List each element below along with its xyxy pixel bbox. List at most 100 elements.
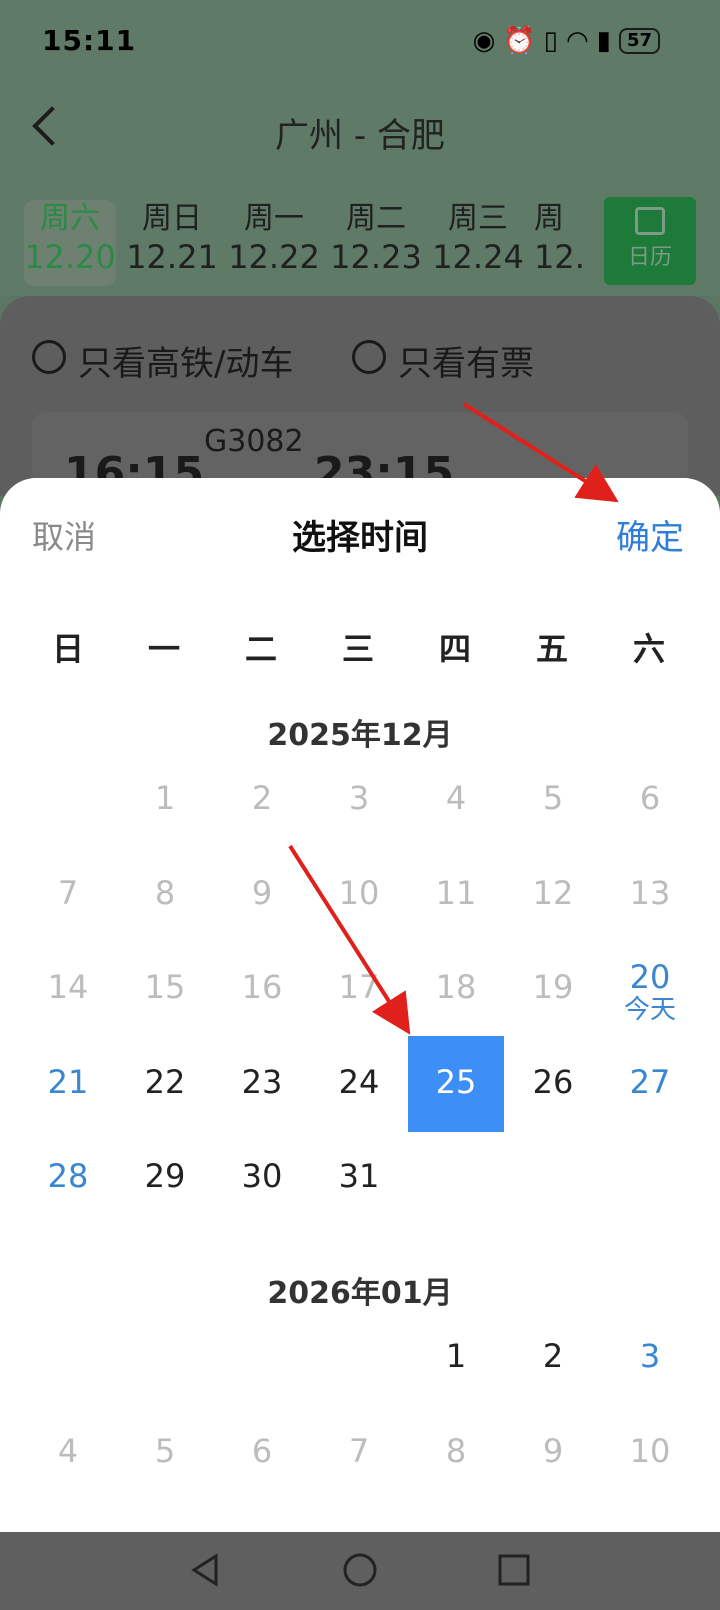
calendar-day-number: 10 [629, 1431, 671, 1470]
calendar-day-number: 9 [542, 1431, 564, 1470]
calendar-day-number: 26 [532, 1062, 574, 1101]
calendar-day[interactable]: 3 [602, 1310, 698, 1406]
today-label: 今天 [623, 995, 676, 1025]
calendar-day-number: 9 [251, 873, 273, 912]
calendar-day: 10 [311, 847, 407, 943]
date-tab[interactable]: 周日 12.21 [126, 200, 218, 286]
calendar-day[interactable]: 7 [311, 1405, 407, 1501]
calendar-day: 5 [505, 752, 601, 848]
wifi-icon: ◠ [565, 26, 589, 56]
calendar-day: 8 [117, 847, 213, 943]
calendar-day-number: 2 [542, 1337, 564, 1375]
weekday-header: 四 [438, 630, 471, 668]
weekday-header: 五 [535, 630, 568, 668]
calendar-day[interactable]: 21 [20, 1036, 116, 1132]
calendar-day-number: 20 [629, 958, 671, 996]
calendar-day[interactable]: 24 [311, 1036, 407, 1132]
calendar-day[interactable]: 6 [214, 1405, 310, 1501]
calendar-button[interactable]: 日历 [604, 197, 696, 285]
calendar-day-number: 7 [57, 873, 79, 912]
calendar-day[interactable]: 29 [117, 1130, 213, 1226]
calendar-day-number: 3 [348, 779, 370, 817]
calendar-day: 9 [214, 847, 310, 943]
weekday-header: 一 [147, 630, 180, 668]
hsr-only-radio[interactable] [32, 340, 66, 374]
calendar-day[interactable]: 10 [602, 1405, 698, 1501]
calendar-day-number: 23 [241, 1062, 283, 1101]
date-tab[interactable]: 周三 12.24 [432, 200, 524, 286]
date-tab[interactable]: 周六 12.20 [24, 200, 116, 286]
eye-icon: ◉ [472, 26, 496, 56]
calendar-day-number: 3 [639, 1337, 661, 1375]
calendar-day[interactable]: 22 [117, 1036, 213, 1132]
date-tab[interactable]: 周二 12.23 [330, 200, 422, 286]
month-grid: 1 2 3 4 5 6 7 8 9 10 11 12 13 14 15 16 17 18 19 20 今天 21 22 23 2… [20, 752, 700, 1232]
calendar-day[interactable]: 8 [408, 1405, 504, 1501]
date-tab-date: 12.21 [126, 238, 218, 276]
nav-recents-icon[interactable] [494, 1550, 534, 1590]
train-number: G3082 [204, 424, 304, 459]
calendar-day: 19 [505, 941, 601, 1037]
hsr-only-label: 只看高铁/动车 [78, 344, 294, 384]
calendar-day[interactable]: 1 [408, 1310, 504, 1406]
status-time: 15:11 [42, 24, 137, 57]
date-tab-weekday: 周二 [346, 201, 406, 236]
signal-icon: ▮ [596, 26, 611, 56]
date-tab[interactable]: 周一 12.22 [228, 200, 320, 286]
calendar-day-number: 24 [338, 1062, 380, 1101]
calendar-day: 16 [214, 941, 310, 1037]
date-tab-date: 12.22 [228, 238, 320, 276]
calendar-day-number: 1 [445, 1337, 467, 1375]
month-label: 2026年01月 [267, 1276, 453, 1311]
calendar-day[interactable]: 23 [214, 1036, 310, 1132]
calendar-day: 17 [311, 941, 407, 1037]
calendar-day-number: 7 [348, 1431, 370, 1470]
calendar-day[interactable]: 2 [505, 1310, 601, 1406]
calendar-button-label: 日历 [627, 245, 672, 270]
calendar-day[interactable]: 30 [214, 1130, 310, 1226]
calendar-day[interactable]: 9 [505, 1405, 601, 1501]
calendar-day[interactable]: 4 [20, 1405, 116, 1501]
date-tab-weekday: 周一 [244, 201, 304, 236]
calendar-day: 7 [20, 847, 116, 943]
date-tab[interactable]: 周 12. [534, 200, 590, 286]
calendar-day[interactable]: 5 [117, 1405, 213, 1501]
calendar-day-number: 30 [241, 1157, 283, 1195]
battery-icon: 57 [618, 28, 660, 54]
calendar-day-number: 6 [251, 1431, 273, 1470]
calendar-day: 4 [408, 752, 504, 848]
confirm-button[interactable]: 确定 [616, 510, 684, 559]
calendar-day: 1 [117, 752, 213, 848]
calendar-day[interactable]: 28 [20, 1130, 116, 1226]
calendar-day-number: 15 [144, 968, 186, 1006]
calendar-day[interactable]: 20 今天 [602, 941, 698, 1037]
month-grid: 1 2 3 4 5 6 7 8 9 10 [20, 1310, 700, 1530]
calendar-day-number: 17 [338, 968, 380, 1006]
sheet-title: 选择时间 [292, 518, 428, 558]
calendar-day-number: 27 [629, 1062, 671, 1101]
nav-home-icon[interactable] [340, 1550, 380, 1590]
nav-back-icon[interactable] [186, 1550, 226, 1590]
calendar-day-number: 25 [435, 1062, 477, 1101]
month-label: 2025年12月 [267, 718, 453, 753]
calendar-day: 12 [505, 847, 601, 943]
calendar-icon [635, 207, 665, 235]
calendar-day-number: 6 [639, 779, 661, 817]
date-tab-date: 12.20 [24, 238, 116, 276]
calendar-day[interactable]: 25 [408, 1035, 504, 1132]
available-only-radio[interactable] [352, 340, 386, 374]
calendar-day: 3 [311, 752, 407, 848]
calendar-day-number: 14 [47, 968, 89, 1006]
calendar-day-number: 5 [154, 1431, 176, 1470]
calendar-day-number: 19 [532, 968, 574, 1006]
calendar-day[interactable]: 31 [311, 1130, 407, 1226]
date-tab-weekday: 周日 [142, 201, 202, 236]
date-tab-weekday: 周 [534, 201, 564, 236]
calendar-day[interactable]: 27 [602, 1036, 698, 1132]
calendar-day-number: 21 [47, 1062, 89, 1101]
calendar-day-number: 10 [338, 873, 380, 912]
alarm-icon: ⏰ [503, 26, 536, 56]
calendar-day: 14 [20, 941, 116, 1037]
date-tab-weekday: 周六 [40, 201, 100, 236]
calendar-day[interactable]: 26 [505, 1036, 601, 1132]
